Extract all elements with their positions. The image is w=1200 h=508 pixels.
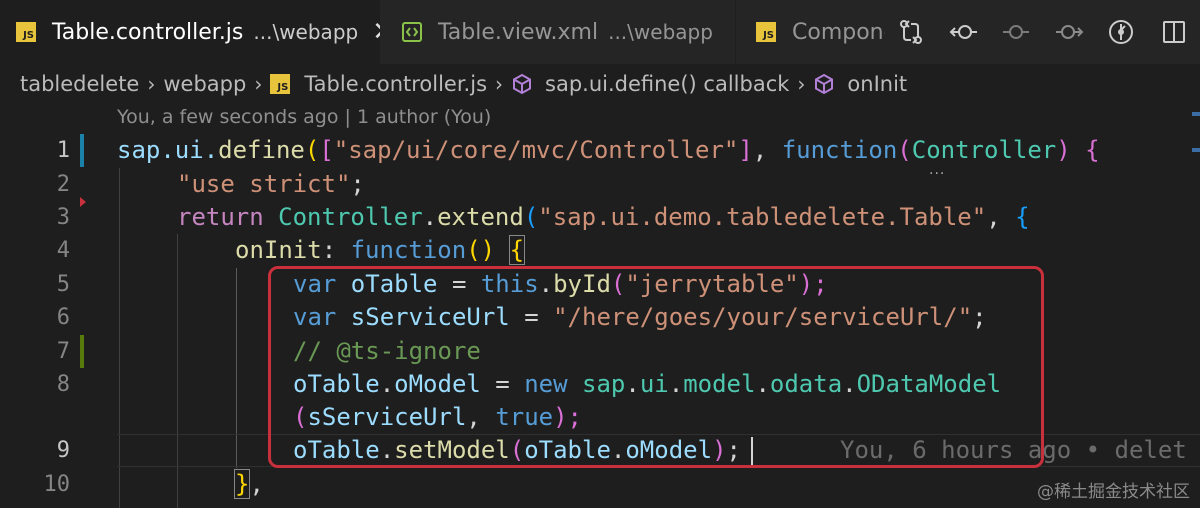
code-line: 10 }, — [0, 468, 1200, 501]
commit-icon[interactable] — [990, 12, 1043, 52]
tab-label: Table.view.xml — [438, 19, 599, 45]
codelens-blame[interactable]: You, a few seconds ago | 1 author (You) — [117, 106, 491, 128]
go-forward-icon[interactable] — [1043, 12, 1096, 52]
split-editor-icon[interactable] — [1148, 12, 1200, 52]
js-file-icon: JS — [756, 22, 776, 42]
line-number: 2 — [56, 172, 70, 197]
breadcrumb: tabledelete › webapp › JS Table.controll… — [0, 64, 1200, 104]
close-icon[interactable]: ✕ — [372, 19, 380, 45]
line-number: 5 — [56, 272, 70, 297]
line-number: 7 — [56, 339, 70, 364]
scrollbar-marker — [1192, 112, 1200, 116]
line-number: 3 — [56, 205, 70, 230]
code-line: 2 "use strict"; — [0, 168, 1200, 201]
code-line: 1 sap.ui.define(["sap/ui/core/mvc/Contro… — [0, 134, 1200, 167]
chevron-right-icon: › — [254, 72, 263, 96]
breadcrumb-folder[interactable]: webapp — [163, 72, 246, 96]
chevron-right-icon: › — [147, 72, 156, 96]
code-text: }, — [233, 469, 264, 499]
xml-file-icon — [402, 22, 422, 42]
code-line: 3 return Controller.extend("sap.ui.demo.… — [0, 201, 1200, 234]
js-file-icon: JS — [270, 74, 291, 94]
line-number: 1 — [56, 138, 70, 163]
breadcrumb-folder[interactable]: tabledelete — [20, 72, 139, 96]
vertical-scrollbar[interactable] — [1188, 100, 1200, 508]
editor-actions — [885, 0, 1200, 64]
go-back-icon[interactable] — [938, 12, 991, 52]
breadcrumb-file[interactable]: Table.controller.js — [304, 72, 487, 96]
chevron-right-icon: › — [495, 72, 504, 96]
code-text: return Controller.extend("sap.ui.demo.ta… — [177, 203, 1030, 231]
code-text: sap.ui.define(["sap/ui/core/mvc/Controll… — [117, 136, 1100, 164]
git-history-icon[interactable] — [1095, 12, 1148, 52]
code-line: 4 onInit: function() { — [0, 234, 1200, 267]
breadcrumb-symbol[interactable]: onInit — [847, 72, 907, 96]
watermark: @稀土掘金技术社区 — [1037, 482, 1190, 502]
highlight-box — [268, 266, 1044, 468]
js-file-icon: JS — [16, 22, 36, 42]
chevron-right-icon: › — [797, 72, 806, 96]
line-number: 9 — [56, 438, 70, 463]
line-number: 8 — [56, 372, 70, 397]
cube-icon — [813, 73, 835, 95]
line-number: 10 — [43, 472, 71, 497]
line-number: 6 — [56, 305, 70, 330]
tab-label: Table.controller.js — [52, 19, 244, 45]
editor-tab-bar: JS Table.controller.js ...\webapp ✕ Tabl… — [0, 0, 1200, 64]
line-number: 4 — [56, 238, 70, 263]
tab-table-view[interactable]: Table.view.xml ...\webapp — [380, 0, 736, 64]
tab-path: ...\webapp — [253, 20, 359, 44]
tab-label: Compone — [792, 19, 885, 45]
source-control-compare-icon[interactable] — [885, 12, 938, 52]
breadcrumb-symbol[interactable]: sap.ui.define() callback — [545, 72, 789, 96]
tab-table-controller[interactable]: JS Table.controller.js ...\webapp ✕ — [0, 0, 380, 64]
code-text: onInit: function() { — [235, 235, 526, 265]
cube-icon — [511, 73, 533, 95]
tab-path: ...\webapp — [608, 20, 713, 44]
scrollbar-marker — [1192, 148, 1200, 152]
code-text: "use strict"; — [177, 170, 365, 198]
tab-component[interactable]: JS Compone — [736, 0, 885, 64]
